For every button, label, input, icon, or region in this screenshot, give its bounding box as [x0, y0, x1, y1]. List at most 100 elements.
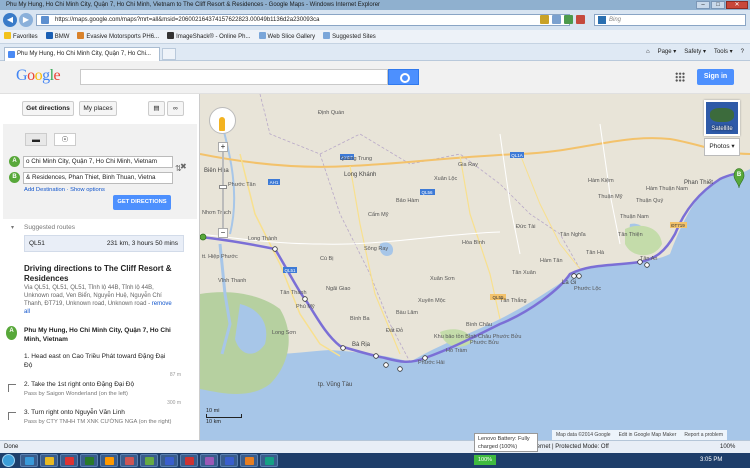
map-canvas[interactable]: B QL1A AH1 QL51 QL55 ĐT719 QL56 AH17 Biê…	[200, 94, 750, 440]
compat-icon[interactable]	[552, 15, 561, 24]
show-options-link[interactable]: Show options	[70, 187, 105, 193]
step-2[interactable]: 2. Take the 1st right onto Đặng Đại Độ P…	[24, 380, 174, 399]
clock[interactable]: 3:05 PM	[700, 453, 722, 468]
favorite-item[interactable]: BMW	[45, 30, 69, 44]
status-text: Done	[4, 444, 19, 450]
marker-a-icon[interactable]	[200, 233, 207, 241]
map-label: Vĩnh Thanh	[218, 278, 246, 284]
chevron-down-icon[interactable]: ▾	[11, 224, 14, 231]
taskbar-app[interactable]	[160, 454, 178, 467]
step-1-distance: 87 m	[169, 372, 181, 378]
swap-icon[interactable]: ⇅	[175, 164, 182, 173]
security-zone[interactable]: Internet | Protected Mode: Off	[530, 441, 609, 453]
edit-map-maker-link[interactable]: Edit in Google Map Maker	[619, 430, 677, 440]
battery-indicator[interactable]: 100%	[474, 455, 496, 465]
stop-icon[interactable]	[576, 15, 585, 24]
search-input[interactable]: Bing	[594, 14, 746, 26]
car-mode-icon[interactable]: ▬	[25, 133, 47, 146]
maximize-button[interactable]: □	[711, 1, 725, 9]
map-footer: Map data ©2014 Google Edit in Google Map…	[552, 430, 728, 440]
destination-input[interactable]: & Residences, Phan Thiet, Binh Thuan, Vi…	[23, 172, 173, 184]
window-title: Phu My Hung, Ho Chi Minh City, Quận 7, H…	[6, 2, 381, 8]
zoom-level[interactable]: 100%	[720, 441, 735, 453]
tab-google-maps[interactable]: Phu My Hung, Ho Chi Minh City, Quận 7, H…	[4, 47, 160, 61]
print-icon[interactable]: ▤	[148, 101, 165, 116]
map-graphic: B QL1A AH1 QL51 QL55 ĐT719 QL56 AH17 Biê…	[200, 94, 750, 440]
taskbar-app[interactable]	[200, 454, 218, 467]
favorite-item[interactable]: Suggested Sites	[323, 30, 376, 44]
app-icon	[125, 457, 134, 465]
back-button[interactable]: ◀	[3, 13, 17, 27]
lock-icon[interactable]	[540, 15, 549, 24]
refresh-icon[interactable]	[564, 15, 573, 24]
taskbar-app[interactable]	[220, 454, 238, 467]
taskbar-app[interactable]	[180, 454, 198, 467]
favorite-item[interactable]: ImageShack® - Online Ph...	[167, 30, 251, 44]
taskbar-app[interactable]	[60, 454, 78, 467]
step-3[interactable]: 3. Turn right onto Nguyễn Văn Linh Pass …	[24, 408, 174, 427]
satellite-thumbnail-icon	[710, 108, 734, 122]
via-point[interactable]	[576, 273, 582, 279]
favorite-item[interactable]: Web Slice Gallery	[258, 30, 315, 44]
new-tab-button[interactable]	[162, 48, 176, 60]
apps-grid-icon[interactable]	[675, 72, 685, 82]
taskbar-app[interactable]	[120, 454, 138, 467]
via-point[interactable]	[272, 246, 278, 252]
via-point[interactable]	[571, 273, 577, 279]
via-point[interactable]	[302, 296, 308, 302]
home-icon[interactable]: ⌂	[646, 47, 650, 58]
search-button[interactable]	[388, 69, 419, 85]
taskbar-app[interactable]	[260, 454, 278, 467]
my-places-tab[interactable]: My places	[79, 101, 117, 116]
map-label: Phước Tân	[228, 182, 256, 188]
zoom-slider-handle[interactable]	[219, 185, 227, 189]
add-destination-link[interactable]: Add Destination	[24, 187, 65, 193]
step-2-distance: 300 m	[167, 400, 181, 406]
start-button[interactable]	[2, 454, 15, 467]
form-links: Add Destination · Show options	[24, 187, 105, 193]
get-directions-button[interactable]: GET DIRECTIONS	[113, 195, 171, 210]
command-help[interactable]: ?	[741, 47, 744, 58]
via-point[interactable]	[644, 262, 650, 268]
favorites-button[interactable]: Favorites	[4, 30, 38, 44]
zoom-out-button[interactable]: −	[218, 228, 228, 238]
taskbar-app[interactable]	[20, 454, 38, 467]
via-point[interactable]	[383, 362, 389, 368]
map-label: tp. Vũng Tàu	[318, 382, 352, 388]
park	[625, 225, 662, 256]
zoom-track[interactable]	[222, 152, 224, 228]
command-tools[interactable]: Tools ▾	[714, 47, 733, 58]
command-page[interactable]: Page ▾	[658, 47, 677, 58]
step-1[interactable]: 1. Head east on Cao Triều Phát toward Đặ…	[24, 352, 174, 370]
via-point[interactable]	[373, 353, 379, 359]
google-logo[interactable]: Google	[16, 67, 61, 85]
maps-search-input[interactable]	[80, 69, 388, 85]
close-button[interactable]: ✕	[726, 1, 748, 9]
link-icon[interactable]: ∞	[167, 101, 184, 116]
taskbar-app[interactable]	[140, 454, 158, 467]
url-field[interactable]: https://maps.google.com/maps?mrt=all&msi…	[36, 14, 570, 26]
satellite-label: Satellite	[711, 126, 733, 132]
via-point[interactable]	[340, 345, 346, 351]
report-problem-link[interactable]: Report a problem	[684, 430, 723, 440]
minimize-button[interactable]: –	[696, 1, 710, 9]
favorite-item[interactable]: Evasive Motorsports PH6...	[77, 30, 159, 44]
sign-in-button[interactable]: Sign in	[697, 69, 734, 85]
map-label: Tân Thiện	[618, 232, 643, 238]
route-option[interactable]: QL51 231 km, 3 hours 50 mins	[24, 235, 184, 252]
photos-button[interactable]: Photos ▾	[704, 138, 740, 156]
walk-mode-icon[interactable]: ☉	[54, 133, 76, 146]
get-directions-tab[interactable]: Get directions	[22, 101, 74, 116]
pegman-icon[interactable]	[219, 117, 225, 131]
taskbar-app[interactable]	[100, 454, 118, 467]
taskbar-app[interactable]	[40, 454, 58, 467]
app-icon	[145, 457, 154, 465]
via-point[interactable]	[397, 366, 403, 372]
command-safety[interactable]: Safety ▾	[684, 47, 706, 58]
forward-button[interactable]: ▶	[19, 13, 33, 27]
taskbar-app[interactable]	[240, 454, 258, 467]
taskbar-app[interactable]	[80, 454, 98, 467]
map-label: Xuân Lộc	[434, 176, 457, 182]
origin-input[interactable]: o Chi Minh City, Quận 7, Ho Chi Minh, Vi…	[23, 156, 173, 168]
zoom-in-button[interactable]: +	[218, 142, 228, 152]
